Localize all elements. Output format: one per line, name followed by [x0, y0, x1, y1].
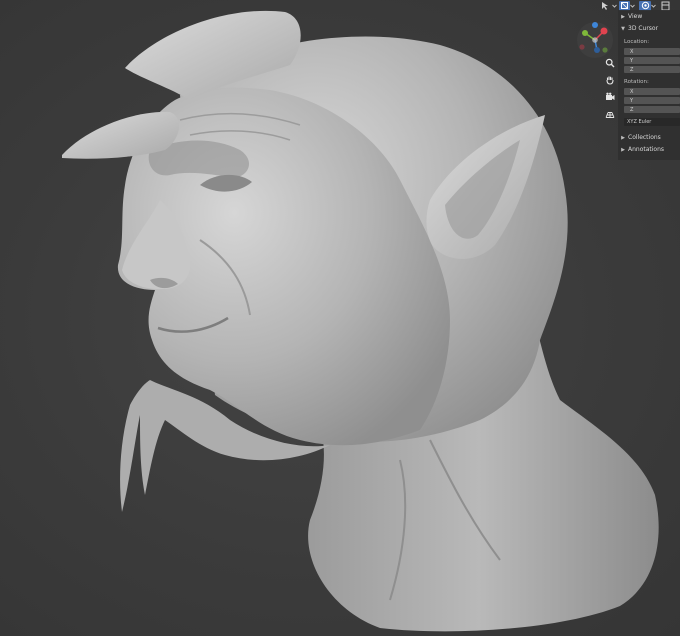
axis-z-label: Z	[630, 106, 634, 113]
gizmo-y-axis[interactable]	[582, 30, 588, 36]
axis-x-label: X	[630, 88, 634, 95]
overlay-icon[interactable]	[639, 0, 651, 11]
3d-cursor-section-header[interactable]: ▼ 3D Cursor	[618, 24, 680, 33]
annotations-section-header[interactable]: ▶ Annotations	[618, 145, 680, 154]
navigation-gizmo[interactable]	[575, 20, 615, 60]
location-z-field[interactable]: Z	[624, 66, 680, 73]
sculpt-model[interactable]	[0, 0, 680, 636]
viewport-shading-icon[interactable]	[619, 0, 630, 11]
zoom-icon[interactable]	[603, 56, 617, 70]
rotation-y-field[interactable]: Y	[624, 97, 680, 104]
location-y-field[interactable]: Y	[624, 57, 680, 64]
3d-viewport[interactable]: ▶ View ▼ 3D Cursor Location: X Y Z Rotat…	[0, 0, 680, 636]
chevron-down-icon[interactable]	[651, 1, 656, 11]
axis-z-label: Z	[630, 66, 634, 73]
annotations-label: Annotations	[628, 146, 665, 153]
editor-type-icon[interactable]	[661, 1, 670, 11]
navigation-tools	[603, 56, 617, 121]
expand-arrow-icon: ▶	[621, 146, 625, 153]
hand-pan-icon[interactable]	[603, 73, 617, 87]
collapse-arrow-icon: ▼	[621, 25, 625, 32]
location-x-field[interactable]: X	[624, 48, 680, 55]
gizmo-x-axis[interactable]	[600, 27, 608, 35]
chevron-down-icon[interactable]	[630, 1, 635, 11]
rotation-mode-dropdown[interactable]: XYZ Euler	[624, 118, 680, 126]
gizmo-neg-z[interactable]	[594, 47, 600, 53]
rotation-x-field[interactable]: X	[624, 88, 680, 95]
view-section-header[interactable]: ▶ View	[618, 12, 680, 21]
collections-section-header[interactable]: ▶ Collections	[618, 133, 680, 142]
gizmo-neg-x[interactable]	[579, 44, 585, 50]
expand-arrow-icon: ▶	[621, 134, 625, 141]
cursor-tool-icon[interactable]	[600, 1, 612, 11]
camera-icon[interactable]	[603, 90, 617, 104]
rotation-z-field[interactable]: Z	[624, 106, 680, 113]
axis-y-label: Y	[630, 97, 634, 104]
location-label: Location:	[624, 39, 650, 45]
rotation-mode-value: XYZ Euler	[627, 119, 652, 125]
view-label: View	[628, 13, 643, 20]
axis-x-label: X	[630, 48, 634, 55]
gizmo-center	[592, 37, 598, 43]
grid-view-icon[interactable]	[603, 107, 617, 121]
collections-label: Collections	[628, 134, 661, 141]
expand-arrow-icon: ▶	[621, 13, 625, 20]
axis-y-label: Y	[630, 57, 634, 64]
gizmo-z-axis[interactable]	[592, 22, 598, 28]
gizmo-neg-y[interactable]	[602, 47, 608, 53]
chevron-down-icon[interactable]	[612, 1, 617, 11]
rotation-label: Rotation:	[624, 79, 649, 85]
sidebar-panel: ▶ View ▼ 3D Cursor Location: X Y Z Rotat…	[618, 10, 680, 160]
3d-cursor-label: 3D Cursor	[628, 25, 659, 32]
